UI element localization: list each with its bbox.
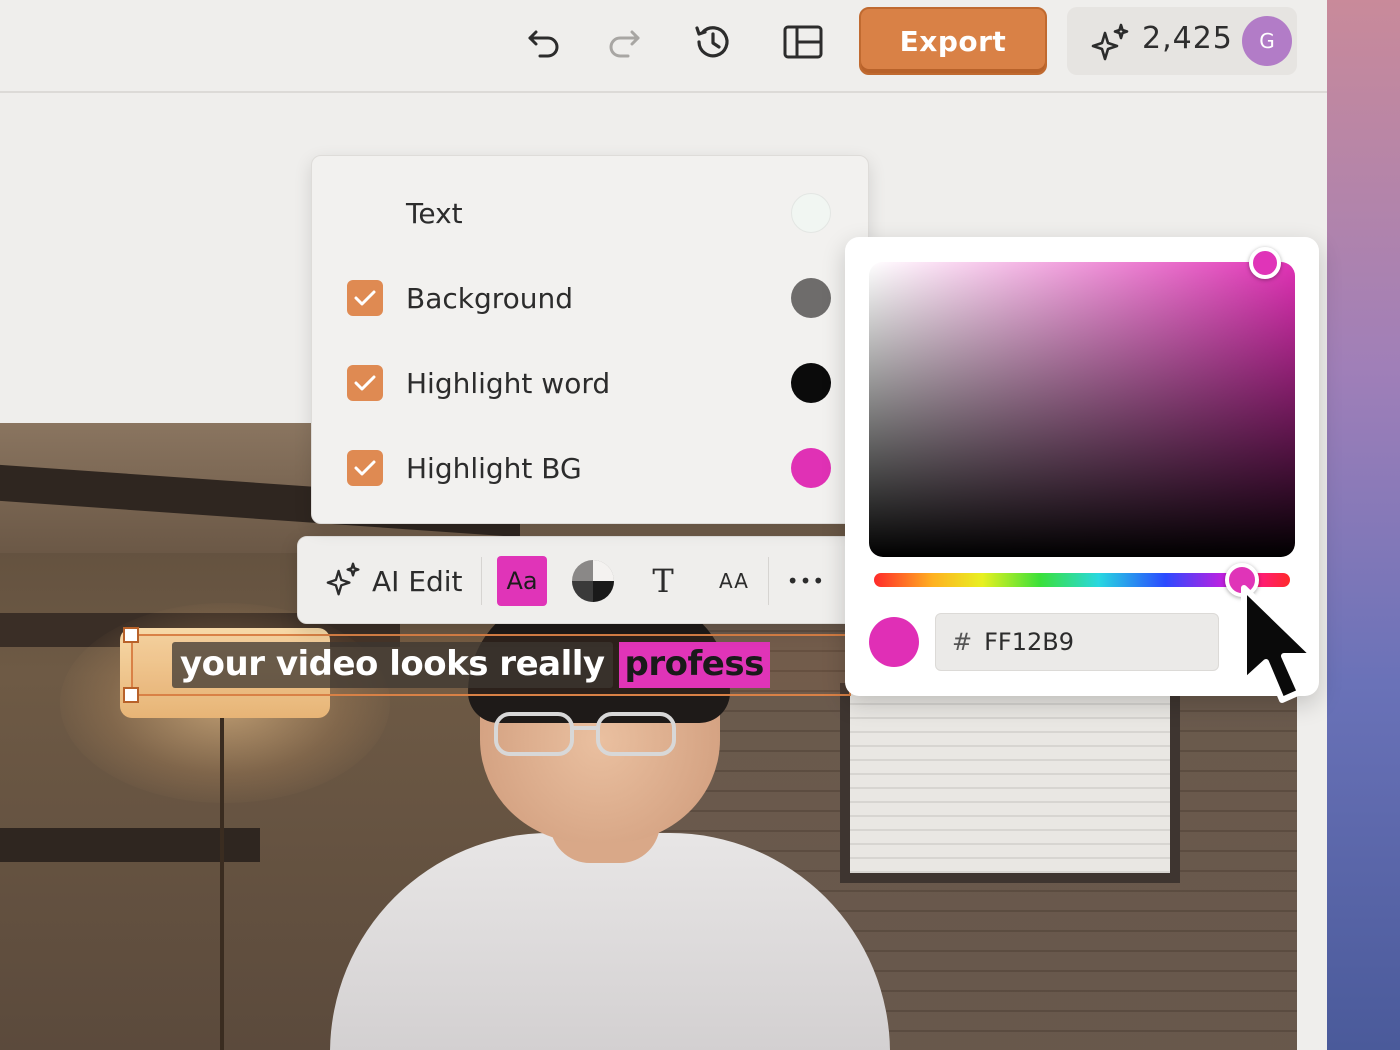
color-preview	[869, 617, 919, 667]
checkmark-icon	[354, 290, 376, 306]
caption-normal-text: your video looks really	[172, 642, 613, 688]
highlight-bg-color-swatch[interactable]	[791, 448, 831, 488]
hex-hash: #	[952, 628, 973, 656]
avatar[interactable]: G	[1242, 16, 1292, 66]
credits-widget[interactable]: 2,425 G	[1067, 7, 1297, 75]
more-options-button[interactable]: •••	[786, 555, 826, 607]
color-options-button[interactable]	[568, 555, 618, 607]
top-toolbar: Export 2,425 G	[0, 0, 1327, 93]
sparkle-icon	[326, 561, 362, 601]
caption-text[interactable]: your video looks really profess	[172, 640, 770, 690]
text-format-button[interactable]: T	[646, 555, 680, 607]
highlight-bg-checkbox[interactable]	[347, 450, 383, 486]
option-row-text[interactable]: Text	[312, 183, 870, 243]
export-button[interactable]: Export	[859, 7, 1047, 75]
option-row-highlight-word[interactable]: Highlight word	[312, 353, 870, 413]
hex-input[interactable]: # FF12B9	[935, 613, 1219, 671]
mouse-cursor-icon	[1241, 585, 1317, 703]
ai-edit-button[interactable]: AI Edit	[326, 555, 463, 607]
option-row-background[interactable]: Background	[312, 268, 870, 328]
undo-icon[interactable]	[522, 20, 566, 64]
background-color-swatch[interactable]	[791, 278, 831, 318]
option-label: Text	[406, 196, 463, 230]
layout-icon[interactable]	[781, 20, 825, 64]
text-size-button[interactable]: AA	[712, 555, 756, 607]
redo-icon[interactable]	[602, 20, 646, 64]
hex-value: FF12B9	[984, 628, 1074, 656]
resize-handle-top-left[interactable]	[123, 627, 139, 643]
background-checkbox[interactable]	[347, 280, 383, 316]
credits-count: 2,425	[1142, 21, 1233, 56]
window	[840, 683, 1180, 883]
color-options-panel: Text Background Highlight word Highlight…	[311, 155, 869, 524]
glasses	[494, 712, 676, 756]
option-label: Background	[406, 281, 574, 315]
option-row-highlight-bg[interactable]: Highlight BG	[312, 438, 870, 498]
sparkle-icon	[1091, 23, 1131, 65]
checkmark-icon	[354, 375, 376, 391]
caption-style-toolbar: AI Edit Aa T AA •••	[297, 536, 857, 624]
option-label: Highlight word	[406, 366, 611, 400]
highlight-word-checkbox[interactable]	[347, 365, 383, 401]
option-label: Highlight BG	[406, 451, 582, 485]
desktop-background	[1327, 0, 1400, 1050]
color-wheel-icon	[572, 560, 614, 602]
saturation-value-area[interactable]	[869, 262, 1295, 557]
resize-handle-bottom-left[interactable]	[123, 687, 139, 703]
history-icon[interactable]	[691, 20, 735, 64]
saturation-thumb[interactable]	[1249, 247, 1281, 279]
highlight-word-color-swatch[interactable]	[791, 363, 831, 403]
text-color-swatch[interactable]	[791, 193, 831, 233]
ai-edit-label: AI Edit	[372, 564, 463, 598]
caption-highlight-word: profess	[618, 642, 770, 688]
font-style-button[interactable]: Aa	[497, 556, 547, 606]
checkmark-icon	[354, 460, 376, 476]
